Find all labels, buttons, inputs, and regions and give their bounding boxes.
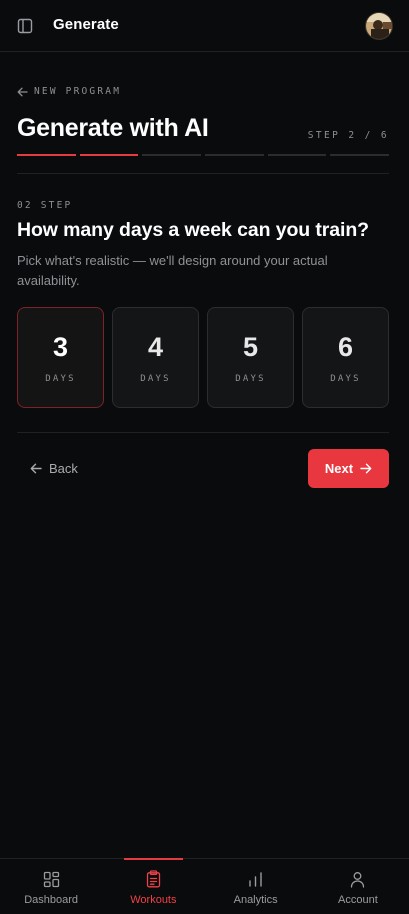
option-number: 6 (337, 331, 354, 362)
option-number: 3 (52, 331, 69, 362)
back-button-label: Back (49, 460, 78, 476)
user-icon (349, 870, 367, 888)
bottom-navigation: Dashboard Workouts Analytics Account (0, 858, 409, 914)
nav-label: Workouts (130, 894, 177, 906)
arrow-left-icon (30, 463, 42, 473)
progress-segment (267, 154, 327, 156)
next-button-label: Next (324, 461, 354, 476)
option-unit: DAYS (45, 373, 76, 384)
nav-item-analytics[interactable]: Analytics (205, 859, 307, 914)
days-option-4[interactable]: 4 DAYS (112, 307, 199, 408)
days-option-5[interactable]: 5 DAYS (207, 307, 294, 408)
progress-segment (142, 154, 202, 156)
user-avatar[interactable] (365, 12, 393, 40)
step-progress-bar (17, 154, 390, 156)
progress-segment (205, 154, 264, 156)
sidebar-panel-icon[interactable] (16, 17, 34, 35)
step-label: 02 STEP (17, 200, 73, 211)
topbar-title: Generate (53, 16, 119, 33)
option-number: 5 (242, 331, 259, 362)
option-number: 4 (147, 331, 164, 362)
nav-item-workouts[interactable]: Workouts (102, 858, 204, 914)
option-unit: DAYS (140, 373, 171, 384)
option-unit: DAYS (330, 373, 361, 384)
progress-segment (79, 154, 139, 156)
days-option-6[interactable]: 6 DAYS (302, 307, 389, 408)
back-button[interactable]: Back (30, 459, 78, 477)
dashboard-grid-icon (42, 870, 60, 888)
days-options: 3 DAYS 4 DAYS 5 DAYS 6 DAYS (17, 307, 389, 408)
nav-label: Dashboard (24, 894, 79, 906)
generate-page: Generate NEW PROGRAM Generate with AI ST… (0, 0, 409, 914)
step-counter: STEP 2 / 6 (307, 130, 389, 141)
nav-item-account[interactable]: Account (307, 859, 409, 914)
clipboard-icon (144, 870, 162, 888)
days-option-3[interactable]: 3 DAYS (17, 307, 104, 408)
question-hint: Pick what's realistic — we'll design aro… (17, 253, 328, 288)
nav-item-dashboard[interactable]: Dashboard (0, 859, 102, 914)
progress-segment (17, 154, 76, 156)
progress-segment (330, 154, 390, 156)
nav-label: Account (338, 894, 378, 906)
next-button[interactable]: Next (308, 449, 389, 488)
divider (17, 173, 389, 174)
new-program-back-link[interactable]: NEW PROGRAM (17, 86, 121, 97)
bar-chart-icon (247, 870, 265, 888)
divider (17, 432, 389, 433)
arrow-left-icon (17, 87, 28, 96)
back-link-label: NEW PROGRAM (34, 86, 122, 97)
arrow-right-icon (360, 463, 372, 474)
option-unit: DAYS (235, 373, 266, 384)
question-title: How many days a week can you train? (17, 219, 369, 241)
page-title: Generate with AI (17, 114, 209, 142)
nav-label: Analytics (233, 894, 278, 906)
top-bar: Generate (0, 0, 409, 52)
